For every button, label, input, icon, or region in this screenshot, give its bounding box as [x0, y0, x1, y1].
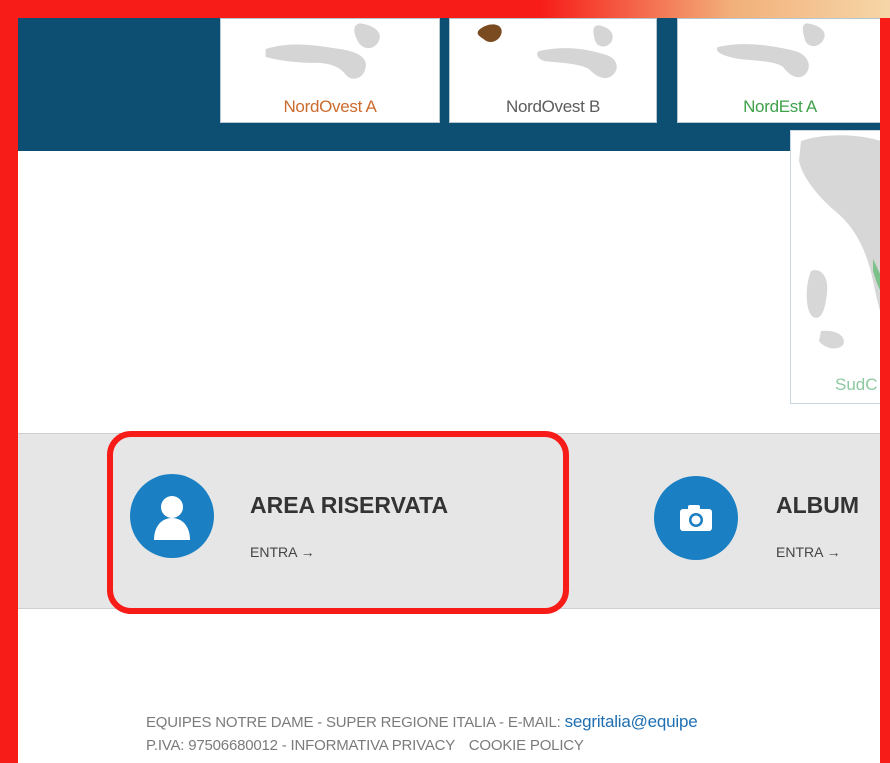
- frame-border-top-fade: [540, 0, 890, 18]
- footer-line-1: EQUIPES NOTRE DAME - SUPER REGIONE ITALI…: [146, 712, 698, 732]
- region-label: SudC: [835, 375, 878, 394]
- frame-border-left: [0, 0, 18, 763]
- italy-south-map-icon: [716, 23, 825, 78]
- camera-icon: [680, 505, 712, 531]
- italy-south-map-icon: [477, 24, 617, 79]
- region-card-nordovest-b[interactable]: NordOvest B: [449, 18, 657, 123]
- email-link[interactable]: segritalia@equipe: [565, 712, 698, 731]
- entra-link[interactable]: ENTRA →: [776, 544, 841, 560]
- footer-line-2: P.IVA: 97506680012 - INFORMATIVA PRIVACY…: [146, 737, 584, 754]
- album-button[interactable]: [654, 476, 738, 560]
- region-card-sudc[interactable]: SudC: [790, 130, 890, 404]
- region-card-nordest-a[interactable]: NordEst A: [677, 18, 883, 123]
- italy-map-icon: [799, 135, 889, 349]
- feature-title: ALBUM: [776, 492, 860, 518]
- region-card-nordovest-a[interactable]: NordOvest A: [220, 18, 440, 123]
- regions-banner: NordOvest A NordOvest B NordEst A: [18, 18, 883, 151]
- italy-south-map-icon: [265, 23, 380, 79]
- cookie-policy-link[interactable]: COOKIE POLICY: [469, 737, 584, 754]
- footer-text: EQUIPES NOTRE DAME - SUPER REGIONE ITALI…: [146, 714, 561, 731]
- region-label: NordOvest A: [283, 97, 377, 116]
- highlight-box: [107, 431, 569, 614]
- frame-border-right: [880, 18, 890, 763]
- privacy-link[interactable]: P.IVA: 97506680012 - INFORMATIVA PRIVACY: [146, 737, 455, 754]
- region-label: NordOvest B: [505, 97, 600, 116]
- region-label: NordEst A: [743, 97, 817, 116]
